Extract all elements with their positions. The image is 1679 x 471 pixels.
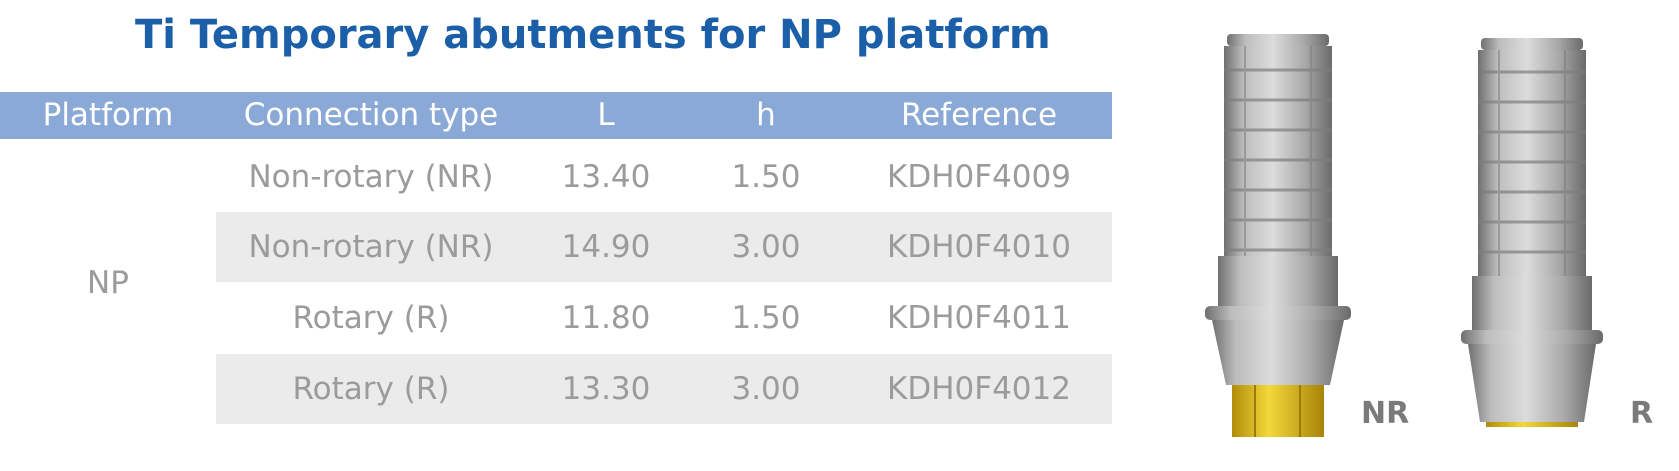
nr-label: NR — [1361, 396, 1410, 431]
connection-cell: Rotary (R) — [292, 300, 450, 336]
table-row: Rotary (R) 13.30 3.00 KDH0F4012 — [216, 354, 1112, 424]
table-row: Rotary (R) 11.80 1.50 KDH0F4011 — [216, 283, 1112, 353]
connection-cell: Non-rotary (NR) — [248, 229, 494, 265]
h-cell: 1.50 — [731, 159, 801, 195]
r-abutment-image — [1461, 38, 1603, 427]
l-cell: 13.40 — [561, 159, 651, 195]
table-row: Non-rotary (NR) 14.90 3.00 KDH0F4010 — [216, 212, 1112, 282]
reference-cell: KDH0F4009 — [887, 159, 1071, 195]
h-cell: 3.00 — [731, 229, 801, 265]
header-l: L — [597, 97, 615, 133]
l-cell: 13.30 — [561, 371, 651, 407]
reference-cell: KDH0F4012 — [887, 371, 1071, 407]
header-h: h — [756, 97, 776, 133]
page-title: Ti Temporary abutments for NP platform — [135, 12, 1051, 58]
l-cell: 11.80 — [561, 300, 651, 336]
header-connection-type: Connection type — [243, 97, 499, 133]
table-header: Platform Connection type L h Reference — [0, 92, 1112, 139]
connection-cell: Rotary (R) — [292, 371, 450, 407]
h-cell: 3.00 — [731, 371, 801, 407]
connection-cell: Non-rotary (NR) — [248, 159, 494, 195]
table-row: Non-rotary (NR) 13.40 1.50 KDH0F4009 — [216, 142, 1112, 212]
reference-cell: KDH0F4010 — [887, 229, 1071, 265]
l-cell: 14.90 — [561, 229, 651, 265]
nr-abutment-image — [1205, 34, 1351, 437]
header-platform: Platform — [42, 97, 174, 133]
r-label: R — [1630, 396, 1654, 431]
platform-cell: NP — [87, 265, 129, 301]
reference-cell: KDH0F4011 — [887, 300, 1071, 336]
h-cell: 1.50 — [731, 300, 801, 336]
header-reference: Reference — [900, 97, 1058, 133]
